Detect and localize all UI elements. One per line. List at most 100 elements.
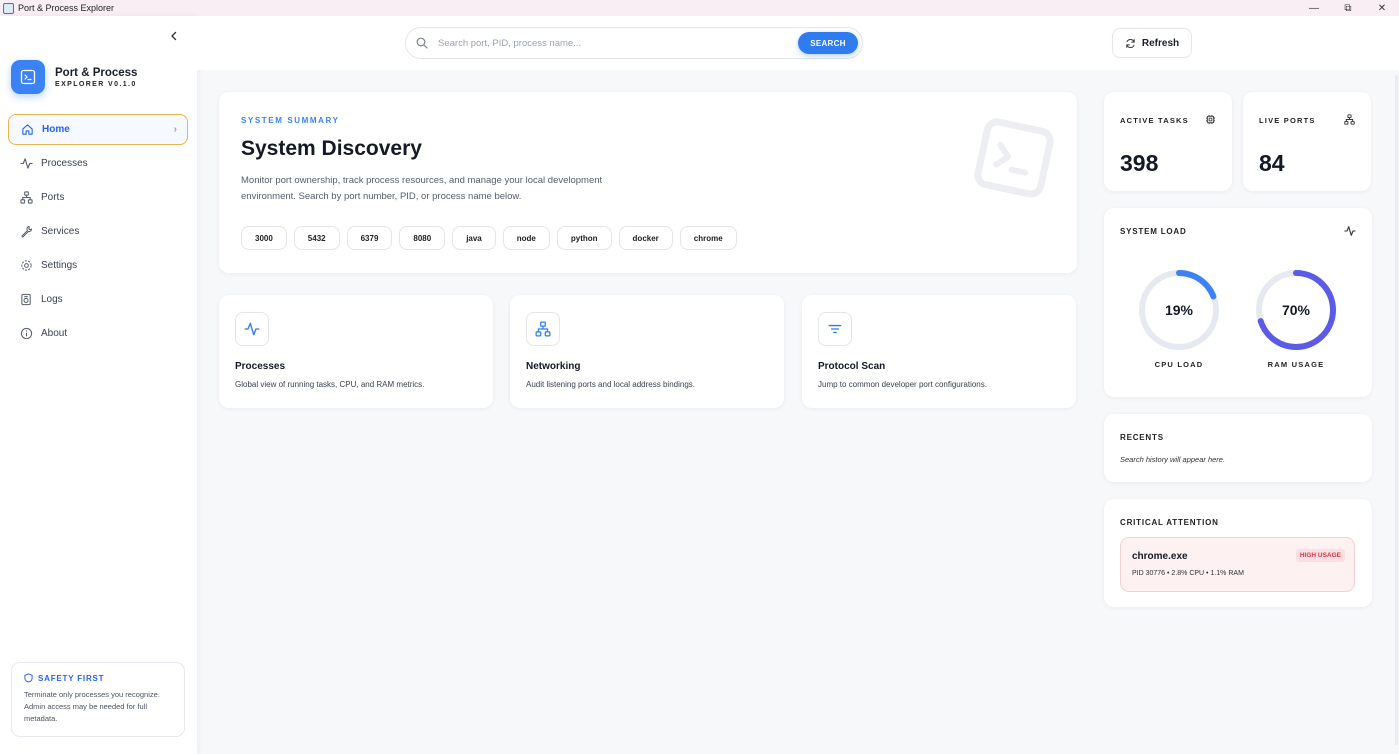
feature-card-protocol-scan[interactable]: Protocol Scan Jump to common developer p… <box>802 295 1076 408</box>
feature-description: Jump to common developer port configurat… <box>818 380 987 389</box>
filter-icon <box>818 312 852 346</box>
sidebar-item-logs[interactable]: Logs <box>8 284 188 315</box>
sidebar-item-about[interactable]: About <box>8 318 188 349</box>
quick-search-chip[interactable]: chrome <box>679 226 737 250</box>
chevron-left-icon <box>171 31 177 41</box>
minimize-button[interactable]: — <box>1297 0 1331 16</box>
search-input[interactable] <box>438 37 788 49</box>
quick-search-chip[interactable]: java <box>452 226 496 250</box>
shield-icon <box>24 673 33 683</box>
refresh-icon <box>1126 38 1135 48</box>
sidebar-item-processes[interactable]: Processes <box>8 148 188 179</box>
sidebar-nav: Home › Processes Ports Services Settings… <box>8 114 188 352</box>
window-controls: — ⧉ ✕ <box>1297 0 1399 16</box>
summary-title: System Discovery <box>241 137 422 160</box>
feature-description: Audit listening ports and local address … <box>526 380 695 389</box>
sidebar-item-services[interactable]: Services <box>8 216 188 247</box>
quick-search-chip[interactable]: 8080 <box>399 226 446 250</box>
recents-empty-text: Search history will appear here. <box>1120 455 1226 464</box>
scrollbar[interactable] <box>1395 75 1398 745</box>
logs-icon <box>19 293 33 307</box>
safety-text: Terminate only processes you recognize. … <box>24 690 160 723</box>
quick-search-chip[interactable]: 5432 <box>293 226 340 250</box>
summary-eyebrow: SYSTEM SUMMARY <box>241 116 340 125</box>
header: SEARCH Refresh <box>197 16 1399 70</box>
info-icon <box>19 327 33 341</box>
cpu-load-label: CPU LOAD <box>1154 360 1204 369</box>
summary-description: Monitor port ownership, track process re… <box>241 175 603 202</box>
critical-title: CRITICAL ATTENTION <box>1120 518 1219 527</box>
brand-title: Port & Process <box>55 66 138 79</box>
search-button[interactable]: SEARCH <box>798 32 858 54</box>
window-title: Port & Process Explorer <box>18 3 115 13</box>
feature-card-processes[interactable]: Processes Global view of running tasks, … <box>219 295 493 408</box>
process-name: chrome.exe <box>1132 551 1188 562</box>
sidebar-item-label: Settings <box>41 260 78 271</box>
safety-title: SAFETY FIRST <box>38 673 105 683</box>
network-icon <box>19 191 33 205</box>
brand: Port & Process EXPLORER V0.1.0 <box>11 60 137 94</box>
refresh-label: Refresh <box>1141 37 1180 49</box>
home-icon <box>20 123 34 137</box>
sidebar-item-home[interactable]: Home › <box>8 114 188 145</box>
cpu-load-gauge: 19% <box>1137 268 1221 352</box>
critical-attention-card: CRITICAL ATTENTION chrome.exe HIGH USAGE… <box>1104 499 1372 607</box>
ram-usage-gauge: 70% <box>1254 268 1338 352</box>
ram-usage-label: RAM USAGE <box>1267 360 1325 369</box>
feature-title: Protocol Scan <box>818 361 886 372</box>
terminal-icon <box>11 60 45 94</box>
feature-card-networking[interactable]: Networking Audit listening ports and loc… <box>510 295 784 408</box>
collapse-sidebar-button[interactable] <box>166 28 182 44</box>
live-ports-value: 84 <box>1259 150 1285 176</box>
search-icon <box>416 37 428 49</box>
stat-label: LIVE PORTS <box>1259 116 1316 125</box>
network-icon <box>1344 114 1355 125</box>
quick-search-chip[interactable]: docker <box>618 226 673 250</box>
terminal-watermark-icon <box>974 118 1054 203</box>
activity-icon <box>19 157 33 171</box>
activity-icon <box>235 312 269 346</box>
quick-search-chip[interactable]: node <box>502 226 550 250</box>
recents-title: RECENTS <box>1120 433 1164 442</box>
quick-search-chip[interactable]: 3000 <box>241 226 287 250</box>
refresh-button[interactable]: Refresh <box>1112 28 1192 58</box>
quick-search-chip[interactable]: python <box>556 226 612 250</box>
live-ports-card: LIVE PORTS 84 <box>1243 92 1371 191</box>
recents-card: RECENTS Search history will appear here. <box>1104 414 1372 482</box>
close-button[interactable]: ✕ <box>1365 0 1399 16</box>
app-icon <box>3 2 14 14</box>
cpu-icon <box>1205 114 1216 125</box>
sidebar-item-ports[interactable]: Ports <box>8 182 188 213</box>
feature-title: Processes <box>235 361 286 372</box>
sidebar-item-label: Home <box>42 124 70 135</box>
brand-version: EXPLORER V0.1.0 <box>55 80 137 88</box>
activity-icon <box>1344 225 1356 237</box>
system-summary-card: SYSTEM SUMMARY System Discovery Monitor … <box>219 92 1077 273</box>
title-bar: Port & Process Explorer — ⧉ ✕ <box>0 0 1399 16</box>
system-load-title: SYSTEM LOAD <box>1120 227 1187 236</box>
sidebar-item-settings[interactable]: Settings <box>8 250 188 281</box>
active-tasks-value: 398 <box>1120 150 1159 176</box>
quick-search-chips: 3000 5432 6379 8080 java node python doc… <box>241 226 744 250</box>
feature-title: Networking <box>526 361 581 372</box>
cpu-load-value: 19% <box>1164 302 1194 318</box>
feature-description: Global view of running tasks, CPU, and R… <box>235 380 425 389</box>
sidebar-item-label: Processes <box>41 158 88 169</box>
quick-search-chip[interactable]: 6379 <box>346 226 393 250</box>
sidebar: Port & Process EXPLORER V0.1.0 Home › Pr… <box>0 16 197 754</box>
restore-button[interactable]: ⧉ <box>1331 0 1365 16</box>
sidebar-item-label: About <box>41 328 68 339</box>
status-badge: HIGH USAGE <box>1295 549 1345 562</box>
chevron-right-icon: › <box>173 124 177 135</box>
search-bar: SEARCH <box>405 27 863 59</box>
process-meta: PID 30776 • 2.8% CPU • 1.1% RAM <box>1132 570 1244 577</box>
gear-icon <box>19 259 33 273</box>
network-icon <box>526 312 560 346</box>
sidebar-item-label: Ports <box>41 192 65 203</box>
ram-usage-value: 70% <box>1281 302 1311 318</box>
critical-process-item[interactable]: chrome.exe HIGH USAGE PID 30776 • 2.8% C… <box>1120 537 1355 592</box>
wrench-icon <box>19 225 33 239</box>
active-tasks-card: ACTIVE TASKS 398 <box>1104 92 1232 191</box>
sidebar-item-label: Services <box>41 226 80 237</box>
sidebar-item-label: Logs <box>41 294 63 305</box>
